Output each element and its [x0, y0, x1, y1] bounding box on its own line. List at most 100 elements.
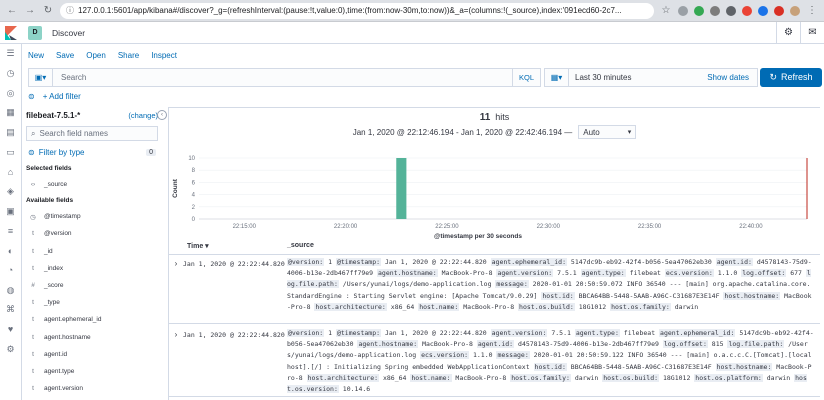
interval-select[interactable]: Auto — [578, 125, 637, 139]
extension-icon[interactable] — [742, 5, 752, 16]
show-dates-button[interactable]: Show dates — [707, 73, 757, 82]
source-key: host.os.family: — [610, 302, 671, 311]
source-value: 7.5.1 — [557, 269, 581, 278]
discover-icon[interactable]: ◎ — [0, 83, 21, 103]
hits-label: hits — [495, 112, 510, 122]
filter-by-type[interactable]: ⊜ Filter by type 0 — [22, 144, 162, 161]
ml-icon[interactable]: ◈ — [0, 182, 21, 202]
field-item[interactable]: t agent.id — [22, 346, 162, 363]
devtools-icon[interactable]: ⌘ — [0, 300, 21, 320]
clock-icon[interactable]: ◷ — [0, 64, 21, 84]
extension-icon[interactable] — [774, 5, 784, 16]
space-avatar[interactable]: D — [28, 25, 42, 40]
apm-icon[interactable]: ◐ — [0, 241, 21, 261]
add-filter-button[interactable]: + Add filter — [43, 92, 81, 101]
address-bar[interactable]: ⓘ 127.0.0.1:5601/app/kibana#/discover?_g… — [60, 2, 654, 19]
help-icon[interactable]: ⚙ — [776, 22, 800, 43]
field-name: _index — [44, 264, 64, 272]
field-item[interactable]: # _score — [22, 277, 162, 294]
info-icon[interactable]: ⓘ — [66, 5, 74, 16]
monitoring-icon[interactable]: ♥ — [0, 320, 21, 340]
saved-query-icon[interactable]: ▣▾ — [29, 68, 53, 86]
extension-icon[interactable] — [758, 5, 768, 16]
refresh-button[interactable]: ↻ Refresh — [760, 67, 822, 87]
back-icon[interactable]: ← — [6, 5, 18, 17]
date-range[interactable]: Last 30 minutes — [569, 73, 707, 82]
field-item[interactable]: t _index — [22, 260, 162, 277]
inspect-button[interactable]: Inspect — [151, 51, 177, 60]
new-button[interactable]: New — [28, 51, 44, 60]
field-item[interactable]: ◷ @timestamp — [22, 208, 162, 225]
more-icon[interactable]: ⋮ — [806, 5, 818, 17]
field-name: agent.version — [44, 385, 84, 393]
change-index-link[interactable]: (change) — [128, 111, 158, 120]
dashboard-icon[interactable]: ▤ — [0, 123, 21, 143]
source-key: @version: — [287, 329, 325, 337]
kibana-logo-icon[interactable] — [4, 25, 18, 40]
visualize-icon[interactable]: ▦ — [0, 103, 21, 123]
calendar-icon[interactable]: ▦▾ — [545, 68, 569, 86]
open-button[interactable]: Open — [86, 51, 106, 60]
histogram-chart: 0 2 4 6 8 10 22:15:00 22:20:00 22:25:00 22:30:00 2… — [169, 142, 820, 242]
collapse-sidebar-icon[interactable]: ‹ — [157, 110, 167, 120]
source-value: darwin — [574, 373, 603, 382]
source-value: BBCA64BB-5448-5AAB-A96C-C31687E3E14F — [570, 362, 716, 371]
uptime-icon[interactable]: ◔ — [0, 261, 21, 281]
field-item[interactable]: t agent.hostname — [22, 329, 162, 346]
extension-icon[interactable] — [710, 5, 720, 16]
source-key: ecs.version: — [420, 351, 470, 360]
management-icon[interactable]: ⚙ — [0, 339, 21, 359]
siem-icon[interactable]: ◍ — [0, 280, 21, 300]
field-type-icon: t — [32, 299, 34, 307]
available-fields-heading: Available fields — [26, 197, 74, 205]
share-button[interactable]: Share — [118, 51, 139, 60]
source-value: Jan 1, 2020 @ 22:22:44.820 — [384, 329, 491, 337]
filter-icon: ⊜ — [28, 148, 35, 157]
field-item[interactable]: t _id — [22, 243, 162, 260]
time-column-header[interactable]: Time ▾ — [169, 242, 287, 250]
y-tick-label: 0 — [192, 217, 196, 223]
row-source: @version: 1 @timestamp: Jan 1, 2020 @ 22… — [287, 256, 820, 323]
source-value: 5147dc9b-eb92-42f4-b056-5ea47062eb30 — [570, 258, 716, 266]
field-item[interactable]: t agent.type — [22, 363, 162, 380]
field-item[interactable]: t agent.ephemeral_id — [22, 311, 162, 328]
extension-icon[interactable] — [694, 5, 704, 16]
expand-icon[interactable]: › — [169, 256, 183, 323]
expand-icon[interactable]: › — [169, 327, 183, 396]
canvas-icon[interactable]: ▭ — [0, 142, 21, 162]
field-search-input[interactable]: Search field names — [39, 129, 107, 138]
source-column-header: _source — [287, 242, 314, 249]
source-value: x86_64 — [382, 373, 411, 382]
reload-icon[interactable]: ↻ — [42, 5, 54, 17]
extension-icon[interactable] — [678, 5, 688, 16]
star-icon[interactable]: ☆ — [660, 5, 672, 17]
field-search[interactable]: ⌕ Search field names — [26, 126, 158, 141]
row-time: Jan 1, 2020 @ 22:22:44.820 — [183, 331, 285, 339]
search-input[interactable]: Search — [53, 73, 512, 82]
field-item-source[interactable]: ‹› _source — [22, 176, 162, 193]
filter-options-icon[interactable]: ⊜ — [28, 92, 35, 101]
field-item[interactable]: t @version — [22, 225, 162, 242]
field-type-icon: t — [32, 247, 34, 255]
histogram-svg: 0 2 4 6 8 10 22:15:00 22:20:00 22:25:00 22:30:00 2… — [172, 156, 808, 240]
logs-icon[interactable]: ≡ — [0, 221, 21, 241]
field-item[interactable]: t agent.version — [22, 380, 162, 397]
field-item[interactable]: t _type — [22, 294, 162, 311]
mail-icon[interactable]: ✉ — [800, 22, 824, 43]
source-key: agent.ephemeral_id: — [490, 258, 567, 266]
forward-icon[interactable]: → — [24, 5, 36, 17]
extension-icon[interactable] — [726, 5, 736, 16]
infra-icon[interactable]: ▣ — [0, 202, 21, 222]
maps-icon[interactable]: ⌂ — [0, 162, 21, 182]
sort-icon[interactable]: ▾ — [205, 243, 209, 250]
time-range-text: Jan 1, 2020 @ 22:12:46.194 - Jan 1, 2020… — [352, 127, 573, 137]
source-value: filebeat — [623, 329, 660, 337]
source-value: 10.14.6 — [342, 385, 371, 394]
avatar[interactable] — [790, 5, 800, 16]
kql-toggle[interactable]: KQL — [512, 68, 540, 86]
save-button[interactable]: Save — [56, 51, 74, 60]
field-name: agent.hostname — [44, 333, 91, 341]
row-source: @version: 1 @timestamp: Jan 1, 2020 @ 22… — [287, 327, 820, 396]
menu-icon[interactable]: ☰ — [0, 44, 21, 64]
y-tick-label: 8 — [192, 168, 196, 174]
